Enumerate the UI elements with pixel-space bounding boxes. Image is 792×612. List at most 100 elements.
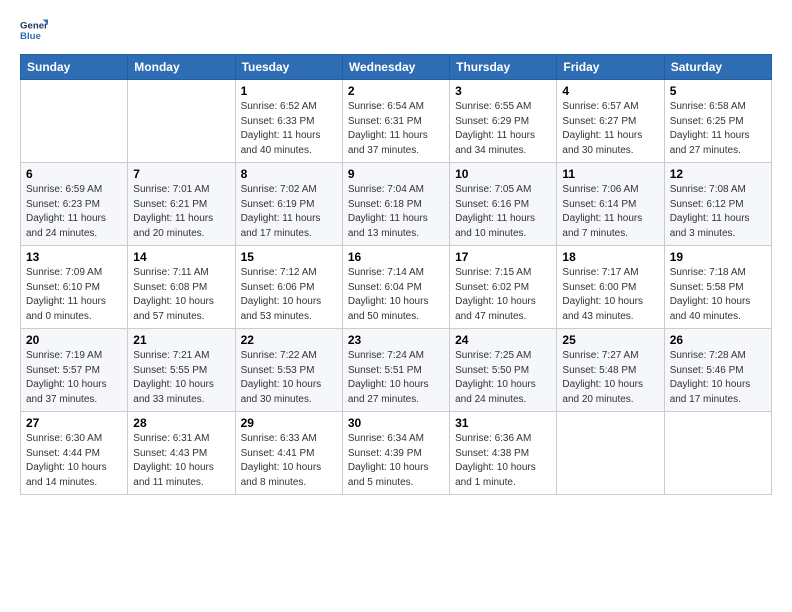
calendar-cell: 6 Sunrise: 6:59 AMSunset: 6:23 PMDaylight… [21,163,128,246]
svg-text:General: General [20,20,48,31]
day-number: 21 [133,333,229,347]
calendar-cell: 21 Sunrise: 7:21 AMSunset: 5:55 PMDayligh… [128,329,235,412]
calendar-cell: 28 Sunrise: 6:31 AMSunset: 4:43 PMDayligh… [128,412,235,495]
calendar-cell: 2 Sunrise: 6:54 AMSunset: 6:31 PMDaylight… [342,80,449,163]
calendar-cell: 24 Sunrise: 7:25 AMSunset: 5:50 PMDayligh… [450,329,557,412]
calendar-cell: 17Sunrise: 7:15 AMSunset: 6:02 PMDayligh… [450,246,557,329]
day-number: 7 [133,167,229,181]
calendar-cell: 15 Sunrise: 7:12 AMSunset: 6:06 PMDayligh… [235,246,342,329]
day-info: Sunrise: 7:01 AMSunset: 6:21 PMDaylight:… [133,183,229,241]
calendar-cell: 19Sunrise: 7:18 AMSunset: 5:58 PMDayligh… [664,246,771,329]
day-info: Sunrise: 7:21 AMSunset: 5:55 PMDaylight:… [133,349,229,407]
day-info: Sunrise: 6:52 AMSunset: 6:33 PMDaylight:… [241,100,337,158]
calendar-cell: 20Sunrise: 7:19 AMSunset: 5:57 PMDayligh… [21,329,128,412]
day-info: Sunrise: 6:54 AMSunset: 6:31 PMDaylight:… [348,100,444,158]
calendar-cell [664,412,771,495]
day-number: 4 [562,84,658,98]
calendar-cell: 26 Sunrise: 7:28 AMSunset: 5:46 PMDayligh… [664,329,771,412]
day-number: 23 [348,333,444,347]
day-number: 25 [562,333,658,347]
day-info: Sunrise: 6:30 AMSunset: 4:44 PMDaylight:… [26,432,122,490]
day-number: 24 [455,333,551,347]
day-info: Sunrise: 6:34 AMSunset: 4:39 PMDaylight:… [348,432,444,490]
calendar-table: SundayMondayTuesdayWednesdayThursdayFrid… [20,54,772,495]
day-number: 12 [670,167,766,181]
calendar-week-1: 1 Sunrise: 6:52 AMSunset: 6:33 PMDaylight… [21,80,772,163]
weekday-tuesday: Tuesday [235,55,342,80]
day-number: 6 [26,167,122,181]
calendar-cell: 7 Sunrise: 7:01 AMSunset: 6:21 PMDaylight… [128,163,235,246]
day-info: Sunrise: 6:31 AMSunset: 4:43 PMDaylight:… [133,432,229,490]
day-number: 16 [348,250,444,264]
calendar-cell: 8 Sunrise: 7:02 AMSunset: 6:19 PMDaylight… [235,163,342,246]
calendar-cell: 3Sunrise: 6:55 AMSunset: 6:29 PMDaylight… [450,80,557,163]
weekday-thursday: Thursday [450,55,557,80]
day-number: 8 [241,167,337,181]
day-info: Sunrise: 7:12 AMSunset: 6:06 PMDaylight:… [241,266,337,324]
weekday-header-row: SundayMondayTuesdayWednesdayThursdayFrid… [21,55,772,80]
day-info: Sunrise: 7:02 AMSunset: 6:19 PMDaylight:… [241,183,337,241]
day-number: 10 [455,167,551,181]
calendar-cell: 27 Sunrise: 6:30 AMSunset: 4:44 PMDayligh… [21,412,128,495]
day-info: Sunrise: 7:24 AMSunset: 5:51 PMDaylight:… [348,349,444,407]
day-info: Sunrise: 7:25 AMSunset: 5:50 PMDaylight:… [455,349,551,407]
calendar-cell: 31 Sunrise: 6:36 AMSunset: 4:38 PMDayligh… [450,412,557,495]
calendar-week-4: 20Sunrise: 7:19 AMSunset: 5:57 PMDayligh… [21,329,772,412]
logo-icon: General Blue [20,16,48,44]
day-info: Sunrise: 7:09 AMSunset: 6:10 PMDaylight:… [26,266,122,324]
day-info: Sunrise: 7:08 AMSunset: 6:12 PMDaylight:… [670,183,766,241]
calendar-page: General Blue SundayMondayTuesdayWednesda… [0,0,792,515]
calendar-cell: 13Sunrise: 7:09 AMSunset: 6:10 PMDayligh… [21,246,128,329]
calendar-cell: 9 Sunrise: 7:04 AMSunset: 6:18 PMDaylight… [342,163,449,246]
day-number: 28 [133,416,229,430]
calendar-cell: 4 Sunrise: 6:57 AMSunset: 6:27 PMDaylight… [557,80,664,163]
day-info: Sunrise: 6:57 AMSunset: 6:27 PMDaylight:… [562,100,658,158]
weekday-friday: Friday [557,55,664,80]
calendar-cell: 23 Sunrise: 7:24 AMSunset: 5:51 PMDayligh… [342,329,449,412]
day-number: 2 [348,84,444,98]
day-info: Sunrise: 6:36 AMSunset: 4:38 PMDaylight:… [455,432,551,490]
day-number: 9 [348,167,444,181]
calendar-cell: 25Sunrise: 7:27 AMSunset: 5:48 PMDayligh… [557,329,664,412]
day-number: 1 [241,84,337,98]
day-info: Sunrise: 7:04 AMSunset: 6:18 PMDaylight:… [348,183,444,241]
day-number: 14 [133,250,229,264]
calendar-cell: 5Sunrise: 6:58 AMSunset: 6:25 PMDaylight… [664,80,771,163]
calendar-week-5: 27 Sunrise: 6:30 AMSunset: 4:44 PMDayligh… [21,412,772,495]
weekday-monday: Monday [128,55,235,80]
svg-text:Blue: Blue [20,31,41,42]
calendar-cell: 30Sunrise: 6:34 AMSunset: 4:39 PMDayligh… [342,412,449,495]
calendar-cell: 22Sunrise: 7:22 AMSunset: 5:53 PMDayligh… [235,329,342,412]
day-number: 29 [241,416,337,430]
day-info: Sunrise: 6:58 AMSunset: 6:25 PMDaylight:… [670,100,766,158]
weekday-saturday: Saturday [664,55,771,80]
calendar-week-3: 13Sunrise: 7:09 AMSunset: 6:10 PMDayligh… [21,246,772,329]
calendar-cell: 1 Sunrise: 6:52 AMSunset: 6:33 PMDaylight… [235,80,342,163]
day-number: 31 [455,416,551,430]
day-info: Sunrise: 6:59 AMSunset: 6:23 PMDaylight:… [26,183,122,241]
day-info: Sunrise: 7:11 AMSunset: 6:08 PMDaylight:… [133,266,229,324]
calendar-cell: 29 Sunrise: 6:33 AMSunset: 4:41 PMDayligh… [235,412,342,495]
calendar-cell: 11Sunrise: 7:06 AMSunset: 6:14 PMDayligh… [557,163,664,246]
day-info: Sunrise: 6:33 AMSunset: 4:41 PMDaylight:… [241,432,337,490]
day-info: Sunrise: 7:18 AMSunset: 5:58 PMDaylight:… [670,266,766,324]
day-number: 15 [241,250,337,264]
calendar-cell: 16Sunrise: 7:14 AMSunset: 6:04 PMDayligh… [342,246,449,329]
calendar-cell [21,80,128,163]
calendar-cell: 18Sunrise: 7:17 AMSunset: 6:00 PMDayligh… [557,246,664,329]
calendar-cell [128,80,235,163]
weekday-sunday: Sunday [21,55,128,80]
day-info: Sunrise: 6:55 AMSunset: 6:29 PMDaylight:… [455,100,551,158]
calendar-body: 1 Sunrise: 6:52 AMSunset: 6:33 PMDaylight… [21,80,772,495]
calendar-cell [557,412,664,495]
calendar-header: SundayMondayTuesdayWednesdayThursdayFrid… [21,55,772,80]
day-number: 22 [241,333,337,347]
calendar-week-2: 6 Sunrise: 6:59 AMSunset: 6:23 PMDaylight… [21,163,772,246]
day-number: 27 [26,416,122,430]
calendar-cell: 12 Sunrise: 7:08 AMSunset: 6:12 PMDayligh… [664,163,771,246]
day-info: Sunrise: 7:17 AMSunset: 6:00 PMDaylight:… [562,266,658,324]
calendar-cell: 14 Sunrise: 7:11 AMSunset: 6:08 PMDayligh… [128,246,235,329]
day-info: Sunrise: 7:05 AMSunset: 6:16 PMDaylight:… [455,183,551,241]
day-number: 26 [670,333,766,347]
day-info: Sunrise: 7:28 AMSunset: 5:46 PMDaylight:… [670,349,766,407]
